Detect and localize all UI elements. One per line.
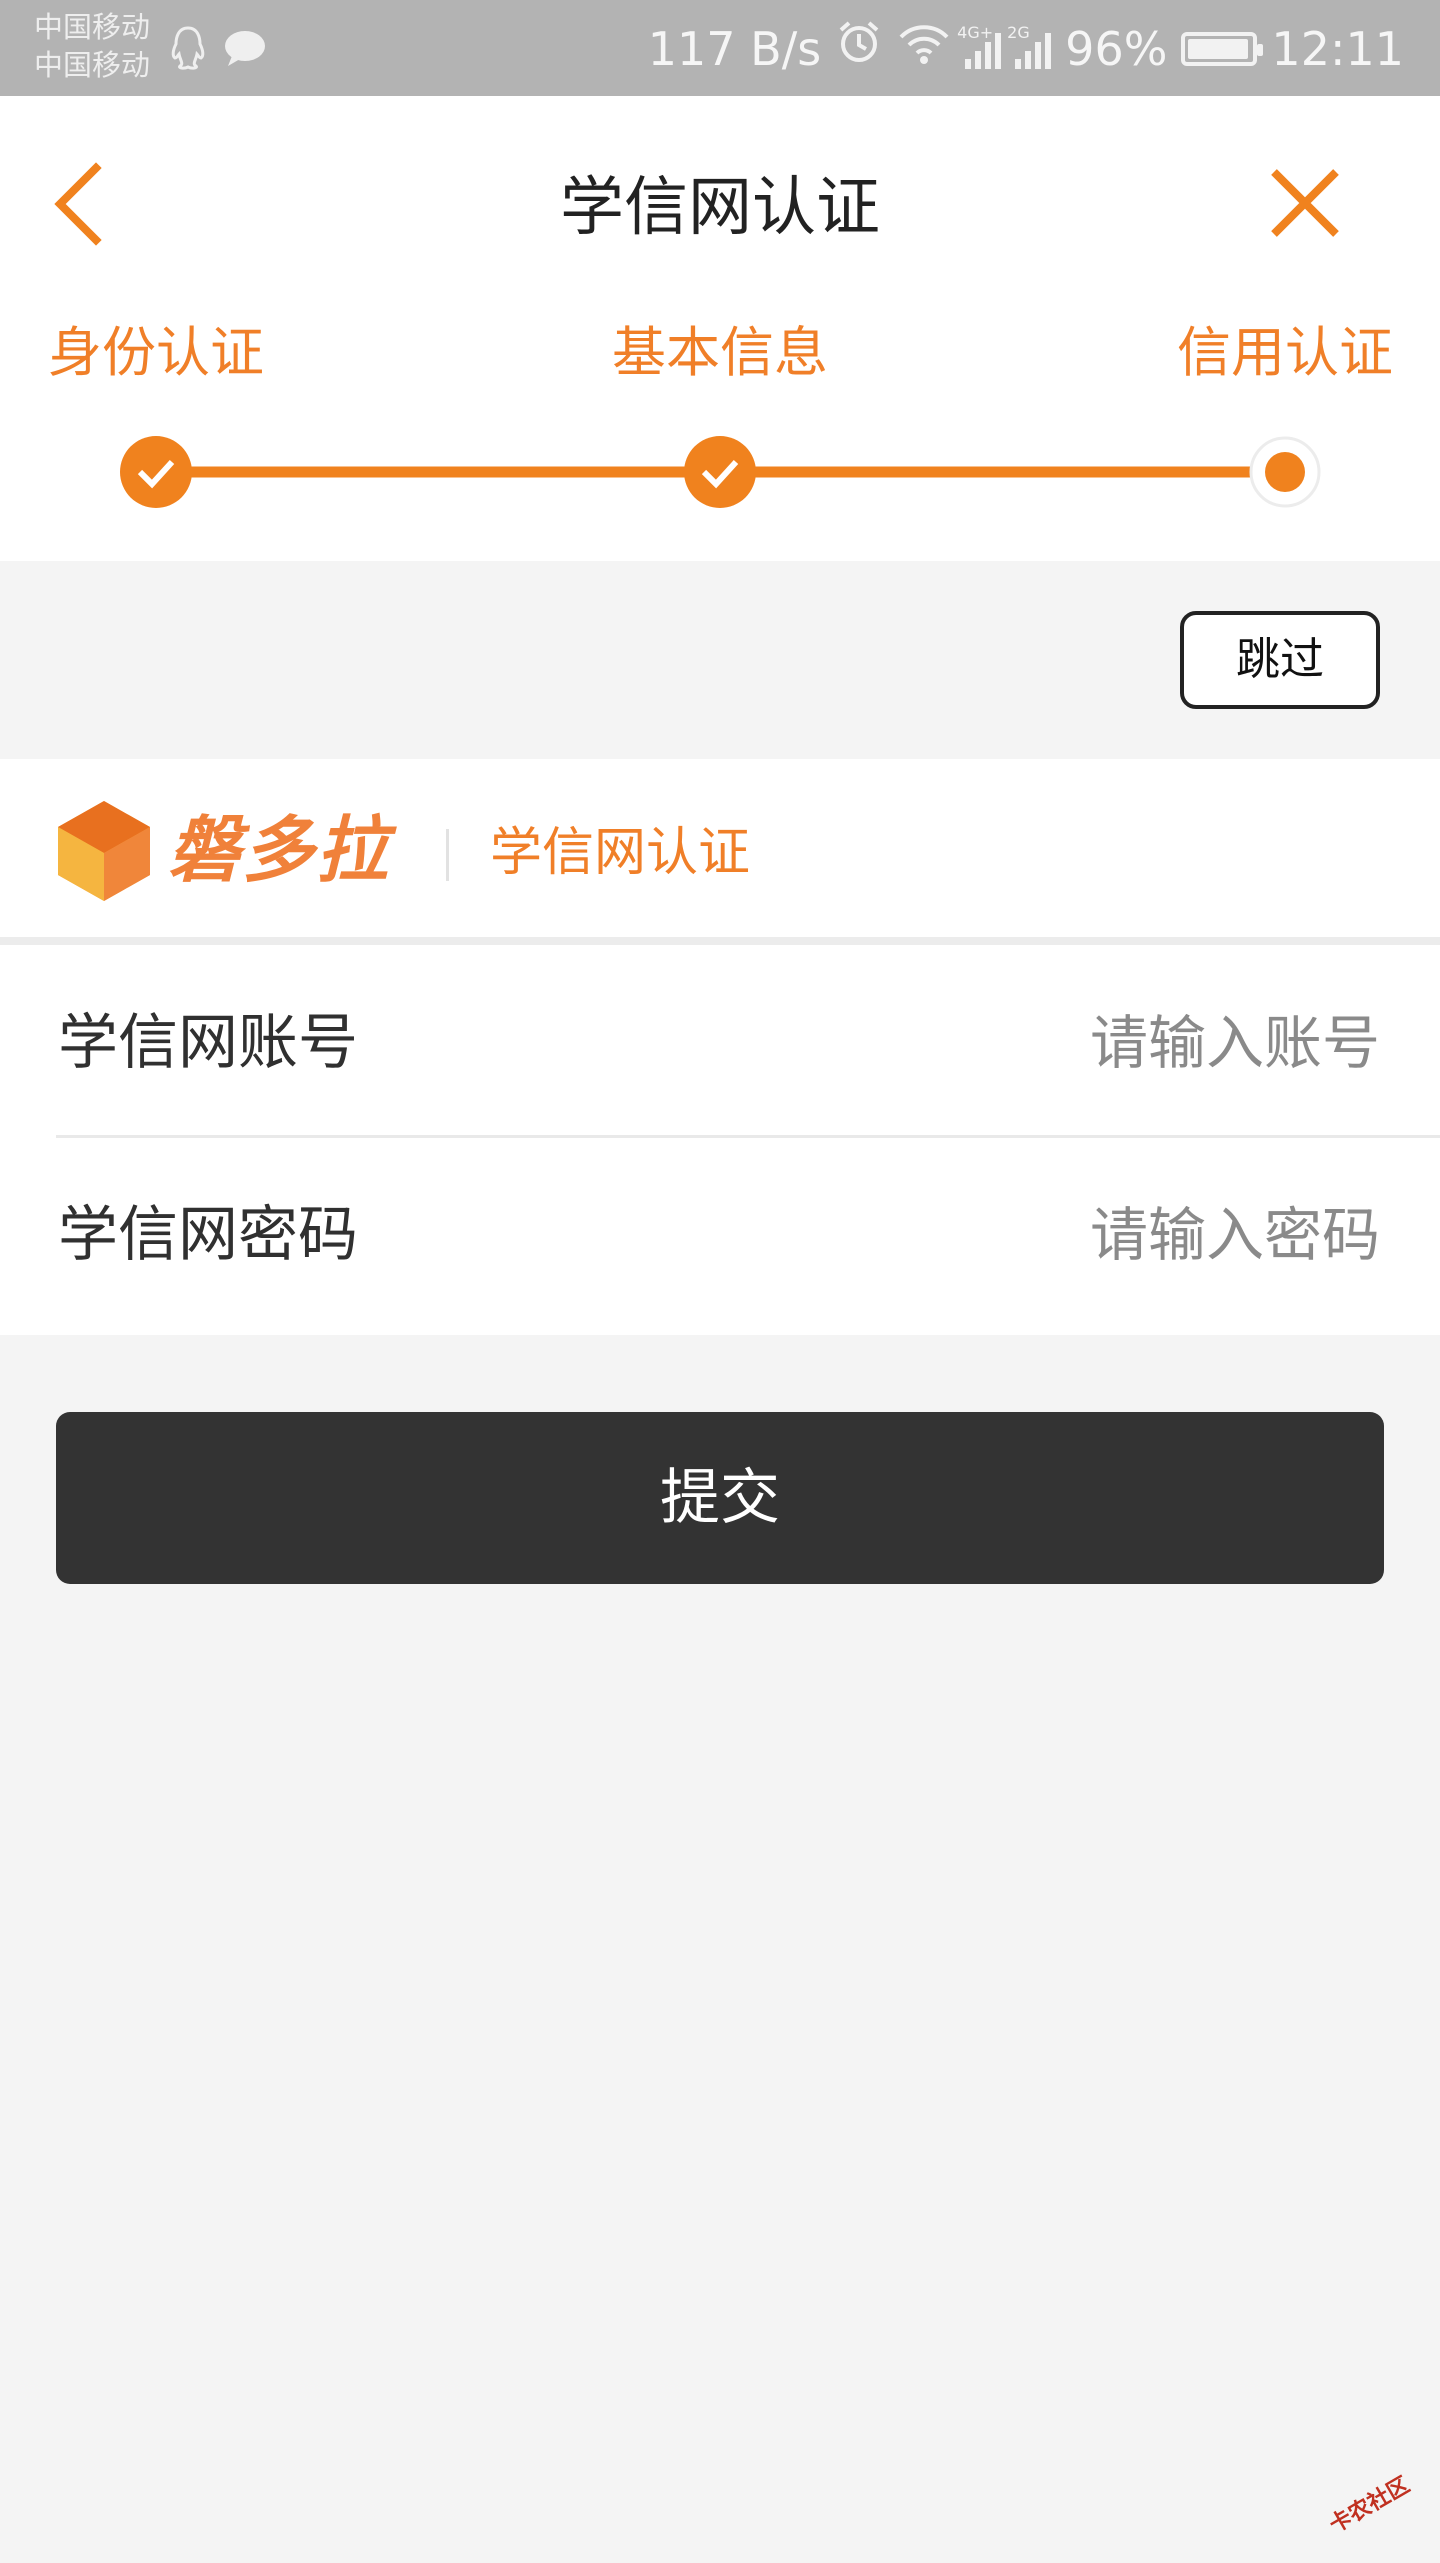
net-tag-2: 2G (1007, 23, 1030, 42)
close-button[interactable] (1260, 158, 1350, 248)
brand-row: 磐多拉 学信网认证 (0, 759, 1440, 945)
battery-icon (1181, 32, 1264, 66)
alarm-icon (835, 18, 883, 80)
clock: 12:11 (1271, 22, 1404, 76)
signal-icon-1: 4G+ (957, 25, 1002, 69)
skip-button[interactable]: 跳过 (1180, 611, 1380, 709)
carrier-labels: 中国移动 中国移动 (34, 8, 150, 84)
qq-icon (168, 24, 208, 76)
net-tag-1: 4G+ (957, 23, 994, 42)
step-label-basic-info: 基本信息 (612, 321, 828, 384)
signal-icon-2: 2G (1007, 25, 1052, 69)
step-label-identity: 身份认证 (48, 321, 264, 384)
notification-icons (168, 24, 268, 76)
status-bar: 中国移动 中国移动 117 B/s 4G+ 2G 96% 12:11 (0, 0, 1440, 96)
carrier-2: 中国移动 (34, 48, 151, 82)
account-input[interactable] (778, 997, 1382, 1089)
status-right: 117 B/s 4G+ 2G 96% 12:11 (648, 18, 1404, 80)
carrier-1: 中国移动 (34, 10, 151, 44)
battery-percent: 96% (1065, 22, 1168, 76)
password-label: 学信网密码 (58, 1200, 358, 1270)
page-title: 学信网认证 (560, 171, 880, 245)
step-dot-basic-info (684, 436, 756, 508)
wifi-icon (897, 19, 951, 79)
step-progress (120, 436, 1321, 508)
net-speed: 117 B/s (647, 22, 822, 76)
brand-divider (446, 829, 449, 881)
account-label: 学信网账号 (58, 1008, 358, 1078)
step-dot-credit (1249, 436, 1321, 508)
brand-subtitle: 学信网认证 (490, 823, 751, 883)
login-form: 学信网账号 学信网密码 (0, 945, 1440, 1335)
chat-bubble-icon (222, 28, 268, 72)
watermark: 卡农社区 (1325, 2472, 1415, 2539)
step-labels: 身份认证 基本信息 信用认证 (0, 318, 1440, 388)
password-row: 学信网密码 (0, 1137, 1440, 1327)
brand-name: 磐多拉 (168, 808, 391, 892)
close-icon (1271, 169, 1339, 237)
account-row: 学信网账号 (0, 945, 1440, 1135)
password-input[interactable] (778, 1189, 1382, 1281)
submit-button[interactable]: 提交 (56, 1412, 1384, 1584)
skip-area: 跳过 (0, 561, 1440, 759)
hexagon-logo-icon (58, 801, 150, 901)
step-dot-identity (120, 436, 192, 508)
step-label-credit: 信用认证 (1177, 321, 1393, 384)
battery-fill (1188, 39, 1249, 59)
